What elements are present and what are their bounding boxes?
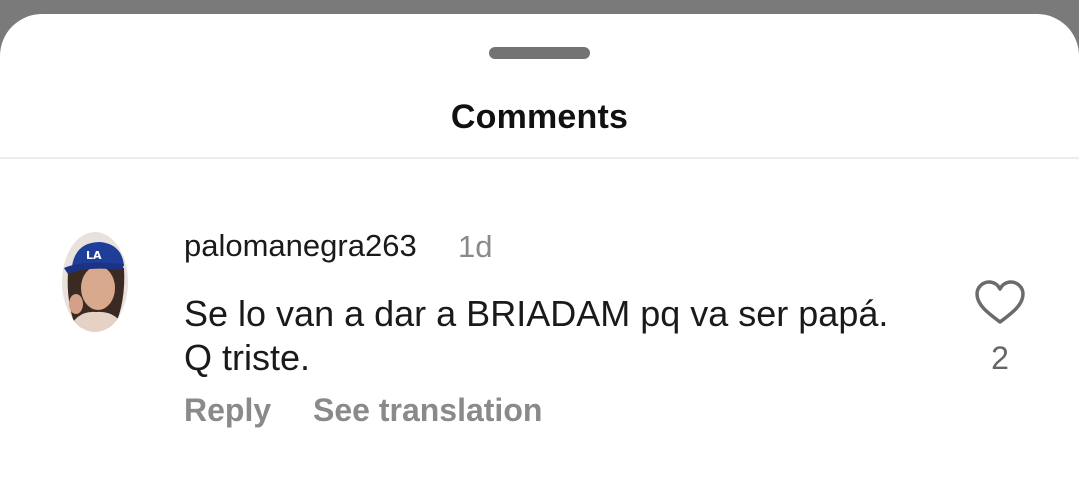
drag-handle[interactable]: [489, 47, 590, 59]
comment-text: Se lo van a dar a BRIADAM pq va ser papá…: [184, 292, 964, 380]
comment-text-line: Se lo van a dar a BRIADAM pq va ser papá…: [184, 293, 889, 334]
sheet-title: Comments: [450, 98, 629, 136]
status-bar: [0, 0, 1079, 14]
avatar[interactable]: LA: [62, 232, 128, 332]
comment-timestamp: 1d: [458, 229, 493, 264]
header-divider: [0, 157, 1079, 159]
heart-icon[interactable]: [974, 280, 1026, 326]
like-count: 2: [991, 340, 1009, 376]
comment-text-line: Q triste.: [184, 337, 311, 378]
avatar-cap-logo: LA: [86, 249, 102, 262]
reply-button[interactable]: Reply: [184, 392, 271, 429]
comment-username[interactable]: palomanegra263: [184, 228, 417, 264]
see-translation-button[interactable]: See translation: [313, 392, 542, 429]
